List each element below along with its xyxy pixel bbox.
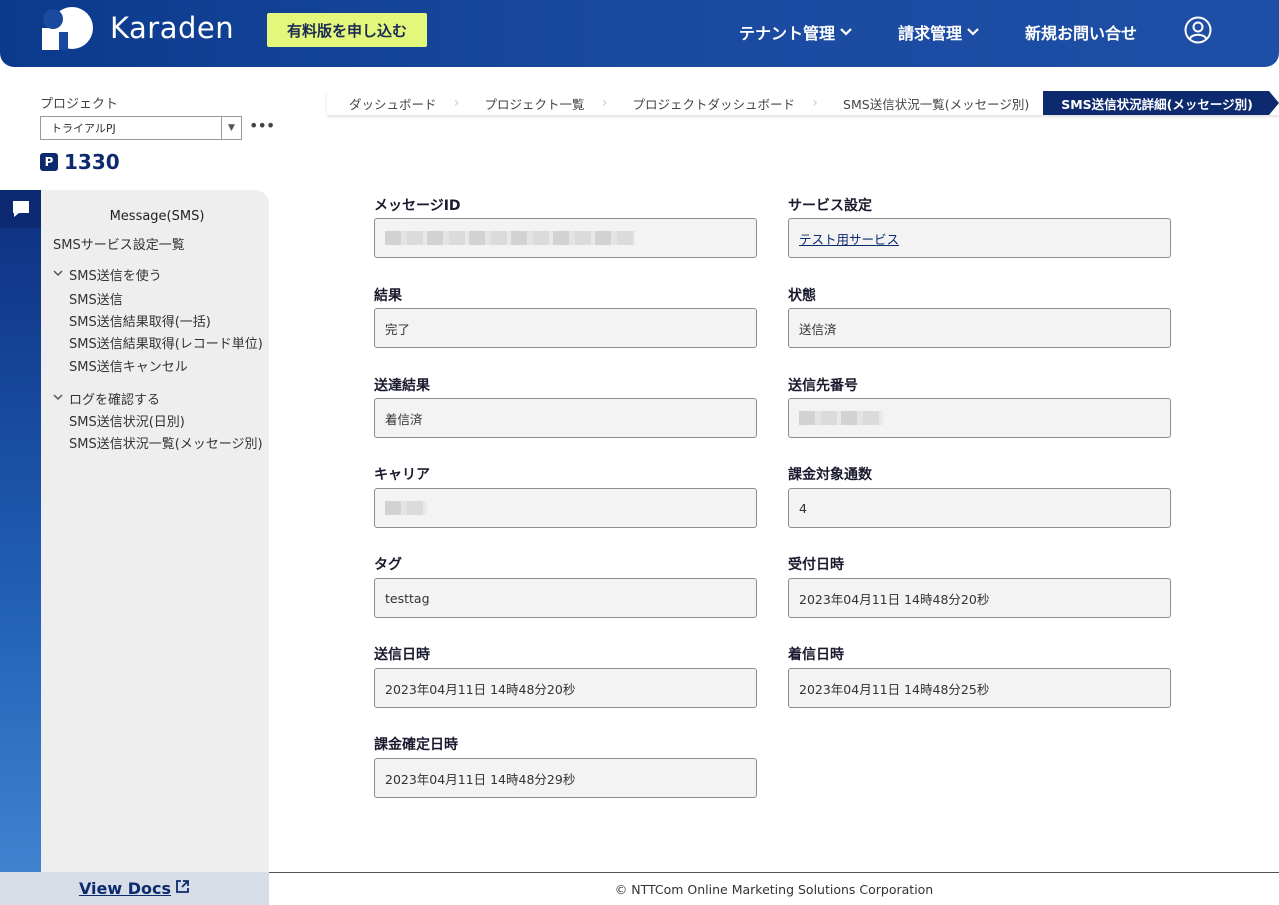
- external-link-icon: [175, 879, 190, 898]
- sidebar-item-sms-status-by-message[interactable]: SMS送信状況一覧(メッセージ別): [69, 433, 263, 452]
- tag-field: testtag: [374, 578, 757, 618]
- nav-tenant-label: テナント管理: [739, 24, 836, 43]
- points-badge: P: [40, 153, 58, 171]
- user-circle-icon[interactable]: [1184, 16, 1212, 44]
- upgrade-button[interactable]: 有料版を申し込む: [267, 13, 427, 47]
- message-id-field: [374, 218, 757, 258]
- delivery-result-label: 送達結果: [374, 378, 430, 394]
- view-docs-link[interactable]: View Docs: [0, 872, 269, 905]
- arrived-at-field: 2023年04月11日 14時48分25秒: [788, 668, 1171, 708]
- sent-at-label: 送信日時: [374, 647, 430, 663]
- project-label: プロジェクト: [40, 97, 119, 112]
- tag-label: タグ: [374, 557, 402, 573]
- sent-at-field: 2023年04月11日 14時48分20秒: [374, 668, 757, 708]
- sidebar-item-sms-service-settings[interactable]: SMSサービス設定一覧: [53, 234, 185, 253]
- nav-billing-management[interactable]: 請求管理: [898, 20, 979, 44]
- breadcrumb-current-page: SMS送信状況詳細(メッセージ別): [1043, 91, 1269, 115]
- sidebar-item-sms-send[interactable]: SMS送信: [69, 289, 123, 308]
- carrier-field: [374, 488, 757, 528]
- sidebar-item-sms-cancel[interactable]: SMS送信キャンセル: [69, 356, 188, 375]
- logo-text: Karaden: [110, 11, 235, 45]
- destination-number-label: 送信先番号: [788, 378, 858, 394]
- carrier-label: キャリア: [374, 467, 430, 483]
- breadcrumb-dashboard[interactable]: ダッシュボード: [327, 91, 451, 115]
- result-label: 結果: [374, 288, 402, 304]
- billing-count-label: 課金対象通数: [788, 467, 872, 483]
- sidebar-item-sms-status-daily[interactable]: SMS送信状況(日別): [69, 411, 185, 430]
- breadcrumb-tip: [1268, 91, 1279, 115]
- nav-billing-label: 請求管理: [898, 24, 963, 43]
- chat-bubble-icon: [12, 201, 29, 217]
- nav-new-inquiry[interactable]: 新規お問い合せ: [1025, 20, 1137, 44]
- breadcrumb-separator-icon: ›: [809, 91, 822, 115]
- chevron-down-icon: [53, 269, 63, 280]
- service-setting-field: テスト用サービス: [788, 218, 1171, 258]
- sidebar-tab-message[interactable]: [0, 190, 41, 228]
- sidebar-rail: [0, 190, 41, 872]
- footer-copyright: © NTTCom Online Marketing Solutions Corp…: [614, 881, 934, 897]
- top-header: Karaden 有料版を申し込む テナント管理 請求管理 新規お問い合せ: [0, 0, 1279, 67]
- more-options-icon[interactable]: •••: [249, 116, 275, 135]
- billing-confirmed-at-label: 課金確定日時: [374, 737, 458, 753]
- breadcrumb: ダッシュボード › プロジェクト一覧 › プロジェクトダッシュボード › SMS…: [327, 91, 1279, 115]
- result-field: 完了: [374, 308, 757, 348]
- points-value: 1330: [64, 150, 120, 174]
- view-docs-label: View Docs: [78, 879, 172, 898]
- received-at-field: 2023年04月11日 14時48分20秒: [788, 578, 1171, 618]
- chevron-down-icon: [840, 25, 852, 39]
- breadcrumb-project-dashboard[interactable]: プロジェクトダッシュボード: [610, 91, 810, 115]
- arrived-at-label: 着信日時: [788, 647, 844, 663]
- sidebar-item-sms-result-bulk[interactable]: SMS送信結果取得(一括): [69, 311, 211, 330]
- sidebar-group-label: SMS送信を使う: [69, 269, 162, 284]
- redacted-value: [385, 231, 635, 245]
- breadcrumb-sms-status-list[interactable]: SMS送信状況一覧(メッセージ別): [821, 91, 1044, 115]
- karaden-logo-mark-icon: [42, 7, 93, 50]
- service-setting-label: サービス設定: [788, 198, 872, 214]
- redacted-value: [385, 501, 427, 515]
- status-label: 状態: [788, 288, 816, 304]
- breadcrumb-project-list[interactable]: プロジェクト一覧: [462, 91, 599, 115]
- received-at-label: 受付日時: [788, 557, 844, 573]
- service-setting-link[interactable]: テスト用サービス: [799, 229, 899, 248]
- sidebar-group-logs[interactable]: ログを確認する: [53, 389, 160, 408]
- breadcrumb-separator-icon: ›: [598, 91, 611, 115]
- billing-confirmed-at-field: 2023年04月11日 14時48分29秒: [374, 758, 757, 798]
- delivery-result-field: 着信済: [374, 398, 757, 438]
- sidebar-group-sms-send[interactable]: SMS送信を使う: [53, 265, 162, 284]
- sidebar-section-title: Message(SMS): [109, 209, 205, 224]
- points-display: P 1330: [40, 150, 120, 174]
- chevron-down-icon: [53, 393, 63, 404]
- message-id-label: メッセージID: [374, 198, 461, 214]
- chevron-down-icon: [967, 25, 979, 39]
- nav-tenant-management[interactable]: テナント管理: [739, 20, 852, 44]
- billing-count-field: 4: [788, 488, 1171, 528]
- sidebar-group-label: ログを確認する: [69, 393, 161, 408]
- nav-inquiry-label: 新規お問い合せ: [1025, 24, 1138, 43]
- destination-number-field: [788, 398, 1171, 438]
- status-field: 送信済: [788, 308, 1171, 348]
- project-select-value: トライアルPJ: [51, 122, 116, 135]
- sidebar-item-sms-result-record[interactable]: SMS送信結果取得(レコード単位): [69, 333, 263, 352]
- project-select[interactable]: トライアルPJ ▼: [40, 116, 242, 140]
- breadcrumb-separator-icon: ›: [450, 91, 463, 115]
- redacted-value: [799, 411, 883, 425]
- karaden-logo[interactable]: Karaden: [42, 6, 234, 50]
- select-arrow-icon: ▼: [221, 117, 241, 139]
